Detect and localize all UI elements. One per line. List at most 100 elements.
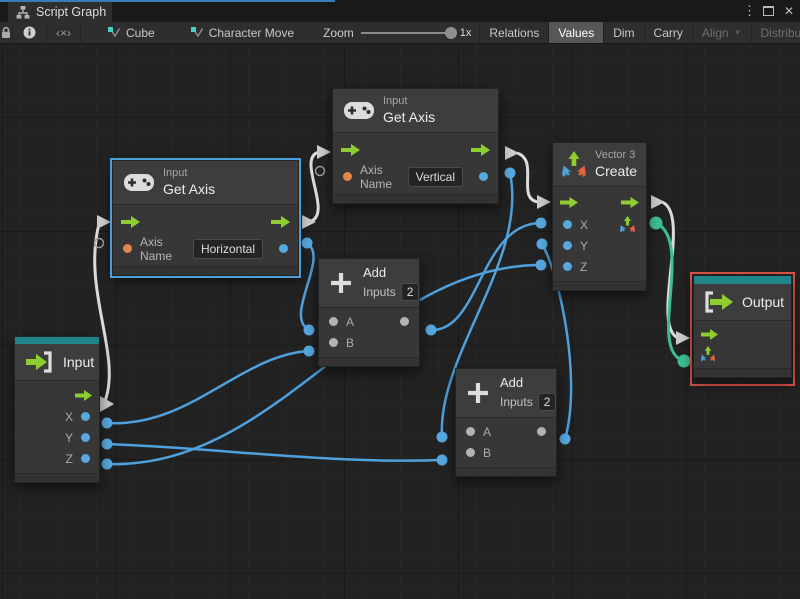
node-vector3-create[interactable]: Vector 3 Create X Y Z (552, 142, 647, 292)
node-input-unit[interactable]: Input X Y Z (14, 336, 100, 483)
graph-ref-button[interactable]: Cube (99, 22, 164, 43)
script-graph-window: Script Graph ⋮ ✕ ‹×› Cube Character Move… (0, 0, 800, 599)
value-port-z[interactable] (81, 454, 90, 463)
vector3-result-port[interactable] (619, 216, 636, 233)
node-add-2[interactable]: Add Inputs 2 A B (455, 368, 557, 478)
flow-in-arrow-icon[interactable] (121, 215, 140, 228)
vector3-icon (561, 151, 587, 178)
tab-script-graph[interactable]: Script Graph (8, 2, 112, 22)
plus-icon (466, 381, 490, 405)
port-label-y: Y (580, 238, 589, 253)
node-kind-label: Input (383, 95, 408, 107)
dim-button[interactable]: Dim (604, 22, 645, 43)
plus-icon (329, 271, 353, 295)
value-out-port[interactable] (279, 244, 288, 254)
port-label-y: Y (64, 430, 73, 445)
chevron-down-icon: ▼ (733, 28, 742, 37)
graph-toolbar: ‹×› Cube Character Move Zoom 1x Relation… (0, 22, 800, 44)
param-label: Axis Name (140, 234, 173, 263)
script-graph-asset-icon (108, 26, 121, 39)
value-port-y[interactable] (81, 433, 90, 442)
inputs-label: Inputs (500, 394, 533, 409)
port-label-x: X (580, 217, 589, 232)
node-title: Add (500, 375, 524, 390)
flow-in-arrow-icon[interactable] (341, 143, 360, 156)
value-port-x[interactable] (81, 412, 90, 421)
inputs-label: Inputs (363, 284, 396, 299)
flow-out-arrow-icon[interactable] (621, 196, 639, 208)
zoom-slider-handle[interactable] (444, 26, 457, 39)
port-label-a: A (483, 424, 492, 439)
vector-in-port-z[interactable] (563, 262, 572, 272)
axis-name-value-field[interactable]: Horizontal (192, 238, 263, 259)
zoom-control: Zoom 1x (315, 22, 479, 43)
graph-hierarchy-icon (16, 5, 30, 19)
flow-in-arrow-icon[interactable] (701, 328, 718, 340)
graph-io-color-bar (694, 276, 791, 284)
graph-ref-label: Cube (126, 25, 155, 40)
gamepad-icon (124, 173, 154, 192)
add-sum-out-port[interactable] (400, 317, 409, 327)
lock-button[interactable] (0, 22, 13, 43)
window-menu-icon[interactable]: ⋮ (743, 3, 756, 19)
tab-title: Script Graph (36, 5, 107, 19)
code-view-button[interactable]: ‹×› (47, 22, 81, 43)
inputs-count-field[interactable]: 2 (537, 393, 557, 412)
axis-name-value-field[interactable]: Vertical (407, 166, 463, 187)
port-label-a: A (346, 314, 355, 329)
graph-name-label: Character Move (208, 25, 295, 40)
node-get-axis-vertical[interactable]: Input Get Axis Axis Name Vertical (332, 88, 499, 205)
port-label-b: B (483, 445, 492, 460)
zoom-label: Zoom (323, 25, 354, 40)
vector-in-port-x[interactable] (563, 220, 572, 230)
port-label-z: Z (65, 451, 73, 466)
zoom-value: 1x (459, 26, 472, 39)
add-in-port-a[interactable] (329, 317, 338, 327)
output-unit-icon (703, 291, 733, 313)
node-output-unit[interactable]: Output (693, 275, 792, 378)
carry-button[interactable]: Carry (645, 22, 693, 43)
distribute-dropdown[interactable]: Distribute ▼ (752, 22, 800, 43)
node-title: Get Axis (163, 180, 216, 197)
node-get-axis-horizontal[interactable]: Input Get Axis Axis Name Horizontal (112, 160, 299, 277)
value-out-port[interactable] (479, 172, 488, 182)
close-icon[interactable]: ✕ (784, 4, 794, 18)
add-sum-out-port[interactable] (537, 427, 546, 437)
node-title: Add (363, 265, 387, 280)
node-title: Input (63, 354, 95, 370)
flow-out-arrow-icon[interactable] (75, 389, 92, 401)
param-label: Axis Name (360, 162, 393, 191)
tab-bar: Script Graph ⋮ ✕ (0, 0, 800, 22)
graph-name-button[interactable]: Character Move (182, 22, 303, 43)
flow-out-arrow-icon[interactable] (271, 215, 290, 228)
flow-in-arrow-icon[interactable] (560, 196, 578, 208)
flow-out-arrow-icon[interactable] (471, 143, 490, 156)
relations-button[interactable]: Relations (479, 22, 550, 43)
add-in-port-b[interactable] (466, 448, 475, 458)
info-button[interactable] (13, 22, 47, 43)
input-unit-icon (24, 351, 54, 373)
node-title: Get Axis (383, 108, 436, 125)
values-button[interactable]: Values (549, 22, 605, 43)
vector-in-port-y[interactable] (563, 241, 572, 251)
inputs-count-field[interactable]: 2 (400, 283, 420, 302)
node-add-1[interactable]: Add Inputs 2 A B (318, 258, 420, 368)
zoom-slider[interactable] (360, 26, 457, 39)
string-in-port[interactable] (123, 244, 132, 254)
port-label-z: Z (580, 259, 588, 274)
node-kind-label: Vector 3 (595, 149, 636, 161)
port-label-b: B (346, 335, 355, 350)
vector3-in-port[interactable] (700, 346, 716, 362)
string-in-port[interactable] (343, 172, 352, 182)
node-title: Output (742, 294, 785, 310)
maximize-icon[interactable] (762, 6, 774, 16)
add-in-port-a[interactable] (466, 427, 475, 437)
node-kind-label: Input (163, 167, 188, 179)
align-dropdown[interactable]: Align ▼ (693, 22, 752, 43)
lock-icon (0, 26, 12, 39)
add-in-port-b[interactable] (329, 338, 338, 348)
graph-io-color-bar (15, 337, 99, 344)
info-icon (23, 26, 36, 39)
script-graph-asset-icon (190, 26, 204, 39)
node-title: Create (595, 162, 638, 179)
